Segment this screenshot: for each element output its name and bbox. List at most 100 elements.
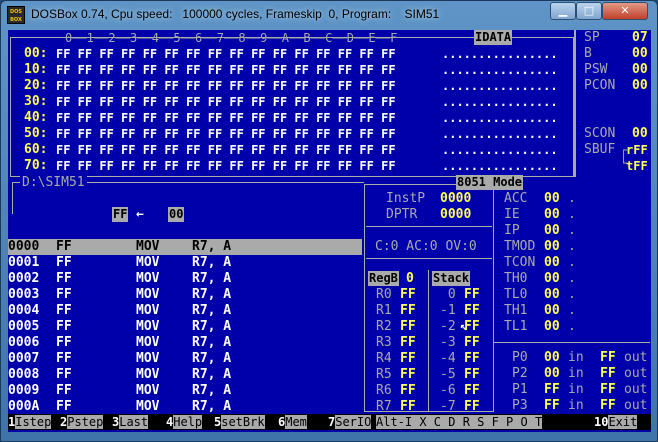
idata-row-bytes[interactable]: FF FF FF FF FF FF FF FF FF FF FF FF FF F… [56,46,396,62]
idata-row-address: 70: [24,158,48,173]
sfr-mid-label: TH1 [504,303,528,318]
code-line-mnemonic: MOV [136,239,160,254]
code-line-address[interactable]: 0007 [8,351,39,367]
port-out-value[interactable]: FF [600,350,616,366]
reg-label: R4 [376,351,392,366]
port-out-label: out [624,366,648,381]
code-line-address[interactable]: 0005 [8,319,39,335]
sfr-mid-value[interactable]: 00 [544,207,560,223]
reg-value[interactable]: FF [400,303,416,319]
reg-label: R0 [376,287,392,302]
stack-value[interactable]: FF [464,399,480,415]
stack-value[interactable]: FF [464,287,480,303]
reg-value[interactable]: FF [400,399,416,415]
dosbox-window: DOS BOX DOSBox 0.74, Cpu speed: 100000 c… [0,0,658,442]
stack-value[interactable]: FF [464,303,480,319]
code-line-address[interactable]: 0001 [8,255,39,271]
port-out-value[interactable]: FF [600,398,616,414]
sfr-mid-label: TMOD [504,239,536,254]
idata-row-bytes[interactable]: FF FF FF FF FF FF FF FF FF FF FF FF FF F… [56,78,396,94]
sfr-value[interactable]: 00 [632,62,648,78]
ports-divider [494,342,650,343]
port-in-value[interactable]: 00 [544,350,560,366]
idata-column-header: 0──1──2──3──4──5──6──7──8──9──A──B──C──D… [65,31,398,45]
code-line-address[interactable]: 0006 [8,335,39,351]
close-button[interactable]: ✕ [602,2,648,20]
idata-row-bytes[interactable]: FF FF FF FF FF FF FF FF FF FF FF FF FF F… [56,142,396,158]
code-line-address[interactable]: 0004 [8,303,39,319]
code-line-operands: R7, A [192,399,232,414]
dptr-value[interactable]: 0000 [440,207,471,223]
port-in-value[interactable]: 00 [544,366,560,382]
port-out-value[interactable]: FF [600,382,616,398]
port-in-value[interactable]: FF [544,398,560,414]
arrow-right-value: 00 [168,207,185,222]
instp-value[interactable]: 0000 [440,191,471,207]
reg-label: R5 [376,367,392,382]
minimize-button[interactable]: ▁ [550,2,576,20]
fkey-istep[interactable]: 1Istep [8,414,52,430]
sbuf-transmit[interactable]: tFF [626,158,648,174]
sbuf-receive[interactable]: rFF [626,142,648,158]
code-line-address[interactable]: 0002 [8,271,39,287]
dptr-label: DPTR [386,207,418,222]
stack-value[interactable]: FF [464,367,480,383]
sfr-mid-value[interactable]: 00 [544,191,560,207]
stack-value[interactable]: FF [464,383,480,399]
sfr-mid-value[interactable]: 00 [544,271,560,287]
fkey-exit[interactable]: 10Exit [594,414,638,430]
regs-bank[interactable]: 0 [406,271,414,287]
dos-screen[interactable]: IDATA 0──1──2──3──4──5──6──7──8──9──A──B… [8,30,651,432]
dosbox-app-icon[interactable]: DOS BOX [7,6,25,24]
fkey-serio[interactable]: 7SerIO [328,414,372,430]
maximize-button[interactable]: □ [576,2,602,20]
sfr-mid-value[interactable]: 00 [544,287,560,303]
code-line-byte: FF [56,367,72,382]
fkey-last[interactable]: 3Last [112,414,149,430]
reg-value[interactable]: FF [400,335,416,351]
stack-offset: -2 [440,319,456,334]
port-in-value[interactable]: FF [544,382,560,398]
code-line-address[interactable]: 000A [8,399,39,415]
port-out-value[interactable]: FF [600,366,616,382]
code-line-address[interactable]: 0003 [8,287,39,303]
sfr-value[interactable]: 00 [632,46,648,62]
stack-value[interactable]: FF [464,351,480,367]
idata-row-bytes[interactable]: FF FF FF FF FF FF FF FF FF FF FF FF FF F… [56,126,396,142]
idata-row-ascii: ................ [442,47,558,61]
sfr-mid-value[interactable]: 00 [544,239,560,255]
scon-value[interactable]: 00 [632,126,648,142]
sfr-mid-value[interactable]: 00 [544,223,560,239]
sbuf-label: SBUF [584,142,616,157]
idata-row-bytes[interactable]: FF FF FF FF FF FF FF FF FF FF FF FF FF F… [56,158,396,174]
fkey-pstep[interactable]: 2Pstep [60,414,104,430]
sfr-mid-value[interactable]: 00 [544,319,560,335]
reg-value[interactable]: FF [400,367,416,383]
alt-keys[interactable]: Alt-I X C D R S F P O T [376,414,543,430]
idata-row-bytes[interactable]: FF FF FF FF FF FF FF FF FF FF FF FF FF F… [56,94,396,110]
fkey-mem[interactable]: 6Mem [278,414,307,430]
reg-value[interactable]: FF [400,383,416,399]
reg-value[interactable]: FF [400,351,416,367]
sfr-value[interactable]: 07 [632,30,648,46]
title-bar[interactable]: DOS BOX DOSBox 0.74, Cpu speed: 100000 c… [1,1,657,29]
code-line-address[interactable]: 0000 [8,239,39,255]
sfr-mid-value[interactable]: 00 [544,255,560,271]
sfr-mid-value[interactable]: 00 [544,303,560,319]
idata-row-bytes[interactable]: FF FF FF FF FF FF FF FF FF FF FF FF FF F… [56,62,396,78]
stack-value[interactable]: FF [464,335,480,351]
sfr-mid-label: TL1 [504,319,528,334]
reg-value[interactable]: FF [400,319,416,335]
idata-row-ascii: ................ [442,143,558,157]
sfr-value[interactable]: 00 [632,78,648,94]
stack-offset: 0 [440,287,456,302]
code-line-byte: FF [56,255,72,270]
arrow-left-value: FF [112,207,129,222]
idata-row-bytes[interactable]: FF FF FF FF FF FF FF FF FF FF FF FF FF F… [56,110,396,126]
close-icon: ✕ [620,4,630,17]
code-line-address[interactable]: 0008 [8,367,39,383]
reg-value[interactable]: FF [400,287,416,303]
fkey-help[interactable]: 4Help [166,414,203,430]
code-line-address[interactable]: 0009 [8,383,39,399]
fkey-setbrk[interactable]: 5setBrk [214,414,265,430]
